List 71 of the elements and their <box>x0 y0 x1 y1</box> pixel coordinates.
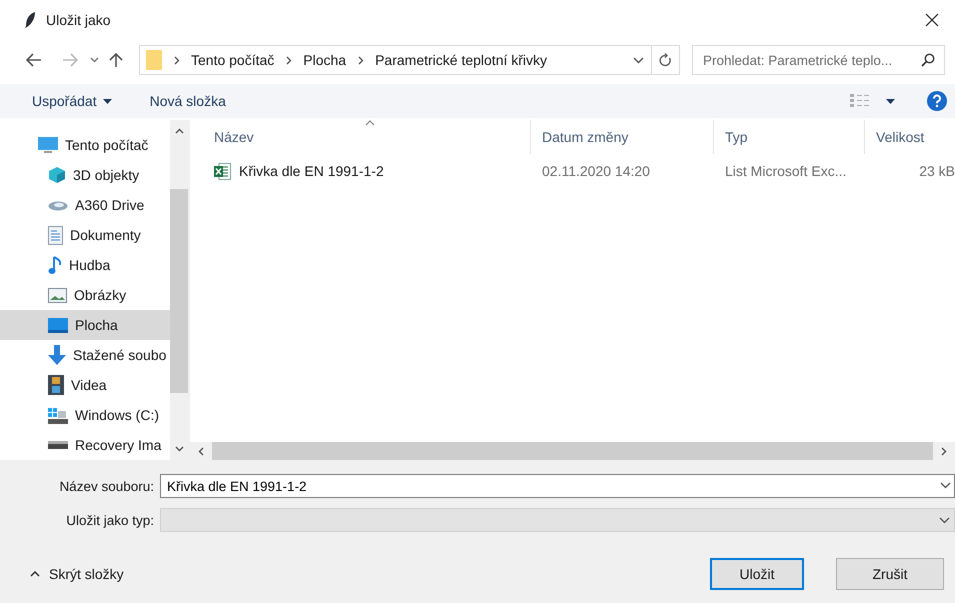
chevron-right-icon <box>174 56 180 64</box>
vertical-scrollbar[interactable] <box>170 120 188 460</box>
column-header[interactable]: Datum změny <box>530 120 713 154</box>
sort-caret-icon <box>365 120 375 126</box>
desktop-icon <box>48 318 68 332</box>
sidebar-item[interactable]: Dokumenty <box>0 220 170 250</box>
sidebar-item[interactable]: Hudba <box>0 250 170 280</box>
image-icon <box>48 288 67 302</box>
field-label: Název souboru: <box>58 478 155 494</box>
chevron-up-icon[interactable] <box>174 128 184 134</box>
dropdown-chevron-icon[interactable] <box>633 56 644 64</box>
chevron-right-icon <box>358 56 364 64</box>
sidebar-item[interactable]: Videa <box>0 370 170 400</box>
new-folder-button[interactable]: Nová složka <box>150 93 226 109</box>
chevron-up-icon <box>30 571 40 577</box>
breadcrumb[interactable]: Parametrické teplotní křivky <box>375 52 548 68</box>
breadcrumb[interactable]: Plocha <box>303 52 346 68</box>
filename-field[interactable]: Křivka dle EN 1991-1-2 <box>160 474 955 498</box>
organize-menu-button[interactable]: Uspořádat <box>32 93 112 109</box>
cloud-icon <box>48 199 68 211</box>
table-cell-text: List Microsoft Exc... <box>724 163 848 179</box>
chevron-right-icon[interactable] <box>941 446 947 456</box>
sidebar-item[interactable]: Plocha <box>0 310 170 340</box>
scrollbar-thumb[interactable] <box>170 189 188 393</box>
sidebar-item[interactable]: 3D objekty <box>0 160 170 190</box>
chevron-right-icon <box>286 56 292 64</box>
field-label: Uložit jako typ: <box>65 512 155 528</box>
column-header[interactable]: Typ <box>713 120 864 154</box>
drive-icon <box>48 441 68 449</box>
back-arrow-icon[interactable] <box>26 53 42 67</box>
search-field[interactable]: Prohledat: Parametrické teplo... <box>692 45 945 75</box>
up-arrow-icon[interactable] <box>109 52 123 68</box>
close-icon <box>925 13 939 27</box>
caret-down-icon[interactable] <box>886 98 895 104</box>
dropdown-chevron-icon <box>939 516 950 524</box>
music-note-icon <box>48 256 62 274</box>
sidebar-item[interactable]: Windows (C:) <box>0 400 170 430</box>
table-cell-text: 02.11.2020 14:20 <box>541 163 651 179</box>
spreadsheet-file-icon <box>214 162 231 180</box>
table-cell-text: 23 kB <box>918 163 955 179</box>
sidebar-item[interactable]: A360 Drive <box>0 190 170 220</box>
hide-folders-button[interactable]: Skrýt složky <box>24 565 130 583</box>
folder-icon <box>146 50 162 70</box>
dropdown-chevron-icon[interactable] <box>90 57 99 63</box>
dropdown-chevron-icon[interactable] <box>940 482 951 489</box>
cancel-button[interactable]: Zrušit <box>836 558 944 590</box>
address-bar[interactable]: Tento počítač Plocha Parametrické teplotní křivky <box>139 45 652 75</box>
cube-icon <box>48 166 66 184</box>
help-icon[interactable] <box>927 91 947 111</box>
refresh-button[interactable] <box>652 45 680 75</box>
column-header[interactable]: Název <box>190 120 530 154</box>
sidebar-item[interactable]: Obrázky <box>0 280 170 310</box>
search-icon <box>921 53 935 67</box>
download-arrow-icon <box>48 345 66 365</box>
sidebar-item[interactable]: Stažené soubo <box>0 340 170 370</box>
sidebar-item[interactable]: Tento počítač <box>0 130 170 160</box>
chevron-left-icon[interactable] <box>198 446 204 456</box>
chevron-down-icon[interactable] <box>174 446 184 452</box>
column-header[interactable]: Velikost <box>864 120 955 154</box>
feather-icon <box>24 11 36 29</box>
sidebar-item[interactable]: Recovery Ima <box>0 430 170 460</box>
window-title: Uložit jako <box>46 12 111 28</box>
drive-icon <box>48 406 68 424</box>
computer-icon <box>38 136 58 154</box>
save-button[interactable]: Uložit <box>710 558 804 590</box>
document-icon <box>48 226 63 244</box>
breadcrumb[interactable]: Tento počítač <box>191 52 274 68</box>
refresh-icon <box>659 53 672 67</box>
film-icon <box>48 375 64 395</box>
file-name[interactable]: Křivka dle EN 1991-1-2 <box>239 163 384 179</box>
caret-down-icon <box>102 98 112 104</box>
